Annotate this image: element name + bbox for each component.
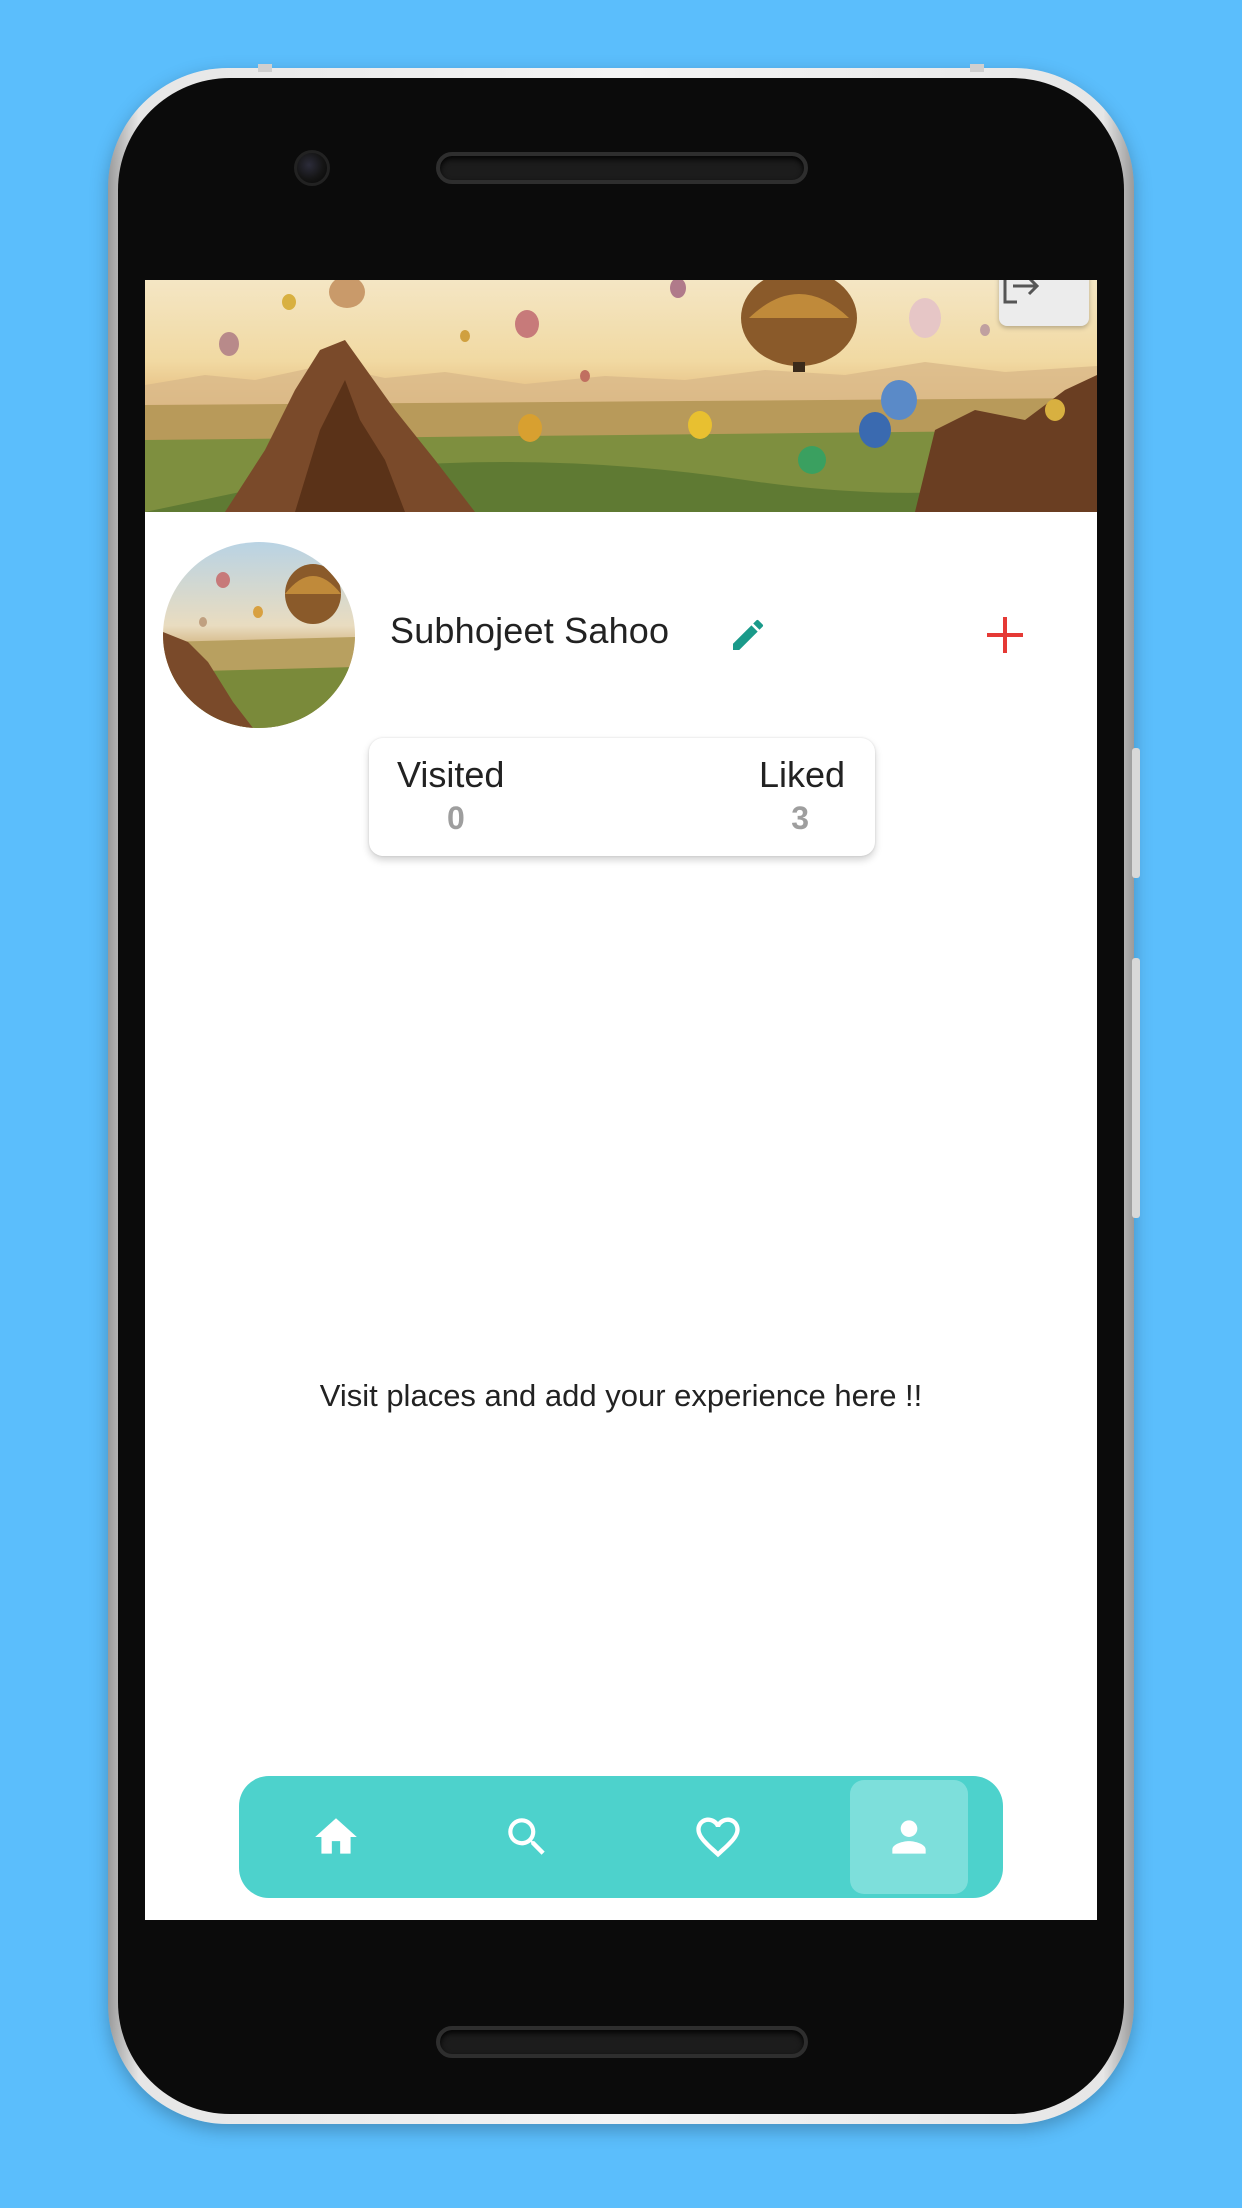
nav-home[interactable] [277,1780,395,1894]
cover-landscape-illustration [145,280,1097,512]
avatar-landscape-illustration [163,564,355,728]
visited-count: 0 [447,800,465,836]
phone-top-nub [970,64,984,72]
logout-button[interactable] [999,280,1089,326]
liked-label: Liked [758,754,845,795]
add-experience-button[interactable] [983,613,1027,657]
home-icon [315,1818,357,1854]
front-camera [294,150,330,186]
liked-count: 3 [791,800,809,836]
cover-image [145,280,1097,512]
empty-state-message: Visit places and add your experience her… [319,1378,923,1413]
phone-top-nub [258,64,272,72]
pencil-icon [733,619,764,650]
top-speaker [436,152,808,184]
phone-volume-button [1132,958,1140,1218]
search-icon [508,1818,545,1855]
nav-profile[interactable] [850,1780,968,1894]
logout-icon [1003,280,1040,304]
profile-name: Subhojeet Sahoo [390,610,670,651]
nav-favorites[interactable] [659,1780,777,1894]
bottom-speaker [436,2026,808,2058]
stats-card: Visited 0 Liked 3 [369,738,875,856]
plus-icon [987,617,1023,653]
app-screen: Subhojeet Sahoo Visited 0 Liked 3 Visit … [145,280,1097,1920]
profile-avatar[interactable] [163,542,355,728]
phone-power-button [1132,748,1140,878]
edit-profile-button[interactable] [728,615,768,655]
nav-search[interactable] [468,1780,586,1894]
heart-icon [696,1817,740,1858]
person-icon [892,1820,926,1854]
visited-label: Visited [397,754,505,795]
bottom-navigation-bar [239,1776,1003,1898]
